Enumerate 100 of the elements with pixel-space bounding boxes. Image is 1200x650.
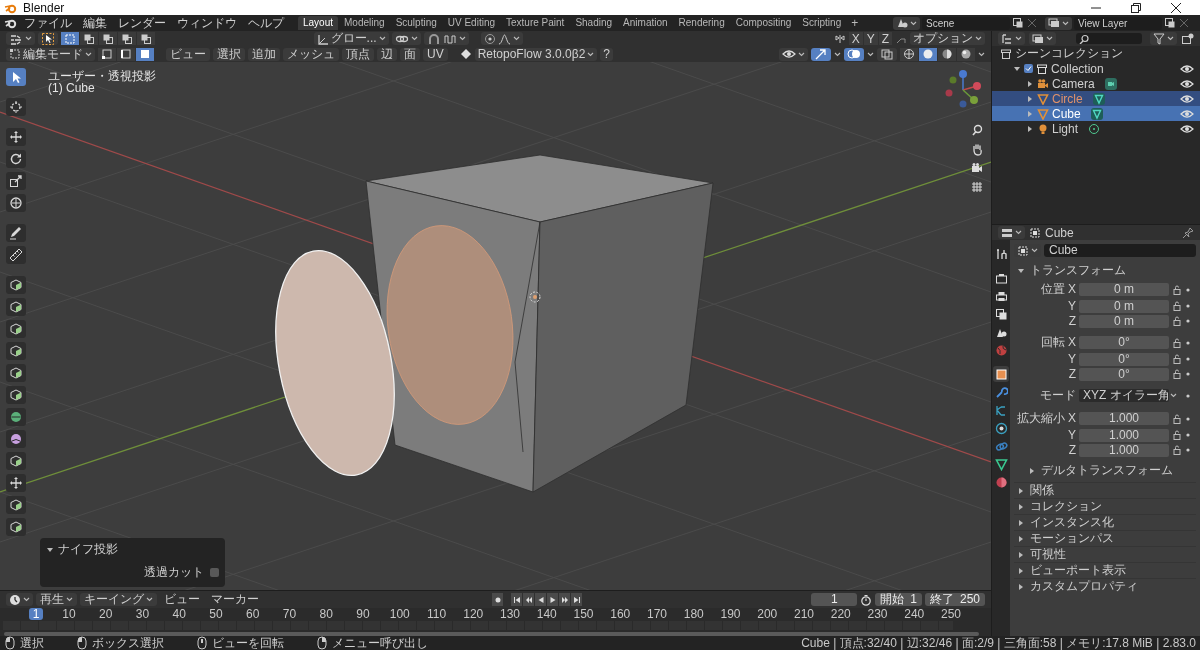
panel-title[interactable]: デルタトランスフォーム	[1041, 463, 1173, 478]
menu-item[interactable]: ウィンドウ	[172, 16, 242, 30]
number-field[interactable]: 1.000	[1079, 428, 1169, 442]
frame-number: 180	[683, 608, 704, 621]
frame-number: 10	[62, 608, 76, 621]
status-hint: ボックス選択	[92, 634, 164, 650]
workspace-tab[interactable]: Texture Paint	[501, 16, 570, 30]
workspace-tab[interactable]: Shading	[570, 16, 618, 30]
menu-item[interactable]: 面	[400, 47, 420, 61]
workspace-tab[interactable]: Layout	[298, 16, 339, 30]
frame-number: 140	[536, 608, 557, 621]
field-label: Z	[1067, 367, 1076, 381]
panel-title[interactable]: モーションパス	[1030, 531, 1114, 546]
mode-dropdown[interactable]: 編集モード	[6, 47, 95, 61]
workspace-tab[interactable]: Rendering	[673, 16, 730, 30]
frame-number: 170	[647, 608, 667, 621]
menu-item[interactable]: 編集	[78, 16, 112, 30]
number-field[interactable]: 0 m	[1079, 314, 1169, 328]
axis-toggle[interactable]: X	[848, 32, 863, 45]
window-title: Blender	[23, 0, 65, 15]
axis-toggle[interactable]: Y	[863, 32, 878, 45]
menu-item[interactable]: 追加	[248, 47, 280, 61]
outliner-item[interactable]: Collection	[1051, 61, 1104, 76]
add-workspace-button[interactable]: +	[847, 16, 863, 30]
menu-item[interactable]: UV	[423, 47, 448, 61]
frame-number: 110	[426, 608, 447, 621]
panel-title[interactable]: 可視性	[1030, 547, 1066, 562]
panel-title[interactable]: ビューポート表示	[1030, 563, 1126, 578]
workspace-tab[interactable]: Sculpting	[390, 16, 442, 30]
number-field[interactable]: 0 m	[1079, 299, 1169, 313]
axis-toggle[interactable]: Z	[878, 32, 892, 45]
status-hint: 選択	[20, 634, 44, 650]
frame-number: 80	[319, 608, 333, 621]
field-label: 拡大縮小 X	[1015, 410, 1076, 427]
addon-dropdown[interactable]: RetopoFlow 3.0.0β2	[474, 47, 598, 61]
frame-number: 230	[867, 608, 888, 621]
menu-item[interactable]: ヘルプ	[243, 16, 289, 30]
field-label: Y	[1067, 428, 1076, 442]
number-field[interactable]: 0°	[1079, 352, 1169, 366]
workspace-tab[interactable]: Modeling	[339, 16, 390, 30]
frame-number: 210	[794, 608, 814, 621]
frame-number: 100	[389, 608, 410, 621]
number-field[interactable]: 0°	[1079, 367, 1169, 381]
number-field[interactable]: 0°	[1079, 336, 1169, 349]
menu-item[interactable]: ビュー	[160, 593, 204, 606]
outliner-item[interactable]: Cube	[1052, 106, 1081, 121]
start-frame-field[interactable]: 開始 1	[875, 593, 922, 606]
workspace-tab[interactable]: Animation	[618, 16, 673, 30]
playhead[interactable]: 1	[29, 608, 43, 620]
outliner-item[interactable]: シーンコレクション	[1015, 45, 1123, 62]
panel-title[interactable]: コレクション	[1030, 499, 1102, 514]
panel-title[interactable]: カスタムプロパティ	[1030, 579, 1138, 594]
workspace-tab[interactable]: Scripting	[797, 16, 847, 30]
frame-number: 250	[941, 608, 961, 621]
options-dropdown[interactable]: オプション	[910, 32, 985, 45]
menu-item[interactable]: マーカー	[207, 593, 263, 606]
workspace-tab[interactable]: Compositing	[730, 16, 797, 30]
frame-number: 50	[209, 608, 223, 621]
menu-item[interactable]: ファイル	[19, 16, 77, 30]
panel-title[interactable]: 関係	[1030, 483, 1054, 498]
menu-item[interactable]: ビュー	[166, 47, 210, 61]
menu-item[interactable]: 選択	[213, 47, 245, 61]
status-hint: メニュー呼び出し	[332, 634, 428, 650]
checkbox-label: 透過カット	[144, 564, 204, 581]
frame-number: 90	[356, 608, 370, 621]
context-label: Cube	[1045, 225, 1074, 240]
scene-field[interactable]: Scene	[922, 16, 1010, 30]
outliner-item[interactable]: Camera	[1052, 76, 1095, 91]
field-label: Z	[1067, 314, 1076, 328]
frame-number: 20	[99, 608, 113, 621]
number-field[interactable]: 1.000	[1079, 443, 1169, 457]
frame-number: 150	[573, 608, 594, 621]
workspace-tab[interactable]: UV Editing	[442, 16, 500, 30]
menu-item[interactable]: 頂点	[342, 47, 374, 61]
panel-title: ナイフ投影	[58, 541, 118, 558]
view-name: ユーザー・透視投影	[48, 68, 156, 83]
end-frame-field[interactable]: 終了 250	[924, 593, 985, 606]
orientation-dropdown[interactable]: グロー...	[313, 32, 389, 45]
menu-item[interactable]: メッシュ	[283, 47, 339, 61]
frame-number: 200	[757, 608, 778, 621]
field-label: Y	[1067, 352, 1076, 366]
frame-number: 40	[172, 608, 186, 621]
field-label: Z	[1067, 443, 1076, 457]
frame-field[interactable]: 1	[811, 593, 858, 606]
outliner-item[interactable]: Light	[1052, 121, 1079, 136]
number-field[interactable]: 1.000	[1079, 412, 1169, 425]
menu-item[interactable]: キーイング	[80, 593, 157, 606]
menu-item[interactable]: 辺	[377, 47, 397, 61]
number-field[interactable]: 0 m	[1079, 283, 1169, 296]
view-layer-field[interactable]: View Layer	[1074, 16, 1162, 30]
help-button[interactable]: ?	[600, 47, 613, 61]
frame-number: 160	[610, 608, 631, 621]
panel-title[interactable]: トランスフォーム	[1030, 263, 1126, 278]
field-label: Y	[1067, 299, 1076, 313]
menu-item[interactable]: 再生	[36, 593, 77, 606]
panel-title[interactable]: インスタンス化	[1030, 515, 1114, 530]
menu-item[interactable]: レンダー	[113, 16, 171, 30]
frame-number: 30	[135, 608, 150, 621]
frame-number: 220	[830, 608, 851, 621]
object-name-field[interactable]: Cube	[1044, 244, 1196, 257]
